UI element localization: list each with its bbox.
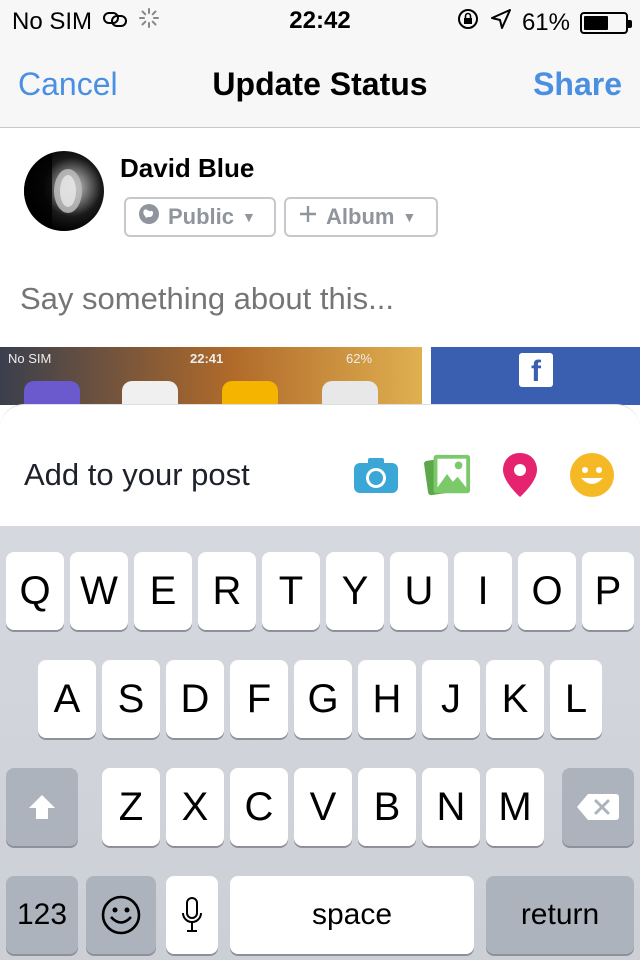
key-e[interactable]: E (134, 552, 192, 630)
album-selector[interactable]: Album ▼ (284, 197, 438, 237)
key-q[interactable]: Q (6, 552, 64, 630)
shift-key[interactable] (6, 768, 78, 846)
app-icon (322, 381, 378, 405)
key-y[interactable]: Y (326, 552, 384, 630)
key-f[interactable]: F (230, 660, 288, 738)
emoji-key[interactable] (86, 876, 156, 954)
backspace-icon (577, 794, 619, 820)
thumb-carrier: No SIM (8, 351, 52, 366)
numbers-key[interactable]: 123 (6, 876, 78, 954)
key-i[interactable]: I (454, 552, 512, 630)
emoji-icon (101, 895, 141, 935)
key-u[interactable]: U (390, 552, 448, 630)
feeling-smiley-icon[interactable] (568, 451, 616, 499)
privacy-selector[interactable]: Public ▼ (124, 197, 276, 237)
user-name: David Blue (120, 153, 255, 183)
photo-thumbnail-facebook[interactable]: f (431, 347, 640, 405)
share-button[interactable]: Share (533, 66, 622, 103)
key-p[interactable]: P (582, 552, 634, 630)
album-label: Album (326, 204, 395, 229)
rotation-lock-icon (456, 7, 480, 38)
key-t[interactable]: T (262, 552, 320, 630)
key-s[interactable]: S (102, 660, 160, 738)
keyboard: Q W E R T Y U I O P A S D F G H J K L Z … (0, 526, 640, 960)
delete-key[interactable] (562, 768, 634, 846)
shift-arrow-icon (29, 795, 55, 819)
facebook-logo-icon: f (519, 353, 553, 388)
key-c[interactable]: C (230, 768, 288, 846)
attached-photos: No SIM 22:41 62% f (0, 347, 640, 405)
key-r[interactable]: R (198, 552, 256, 630)
status-bar: No SIM 22:42 61% (0, 0, 640, 40)
globe-icon (138, 203, 160, 231)
key-w[interactable]: W (70, 552, 128, 630)
return-key[interactable]: return (486, 876, 634, 954)
navigation-bar: Cancel Update Status Share (0, 40, 640, 128)
thumb-time: 22:41 (190, 351, 224, 366)
add-to-post-label: Add to your post (24, 457, 250, 492)
avatar-portrait-icon (24, 151, 82, 231)
status-right: 61% (456, 7, 632, 38)
caret-down-icon: ▼ (402, 209, 417, 225)
key-n[interactable]: N (422, 768, 480, 846)
key-j[interactable]: J (422, 660, 480, 738)
photo-thumbnail-screenshot[interactable]: No SIM 22:41 62% (0, 347, 422, 405)
add-to-post-panel: Add to your post (0, 404, 640, 526)
battery-percent: 61% (521, 8, 570, 36)
camera-icon[interactable] (352, 451, 400, 499)
location-pin-icon[interactable] (496, 451, 544, 499)
microphone-icon (182, 897, 202, 932)
key-l[interactable]: L (550, 660, 602, 738)
key-o[interactable]: O (518, 552, 576, 630)
status-text-input[interactable] (20, 281, 620, 317)
key-g[interactable]: G (294, 660, 352, 738)
avatar[interactable] (24, 151, 104, 231)
app-icon (122, 381, 178, 405)
privacy-label: Public (168, 204, 235, 229)
key-b[interactable]: B (358, 768, 416, 846)
battery-level (584, 15, 609, 30)
key-k[interactable]: K (486, 660, 544, 738)
key-x[interactable]: X (166, 768, 224, 846)
key-v[interactable]: V (294, 768, 352, 846)
space-key[interactable]: space (230, 876, 474, 954)
key-d[interactable]: D (166, 660, 224, 738)
plus-icon (298, 204, 318, 230)
app-icon (222, 381, 278, 405)
battery-icon (580, 11, 632, 34)
key-h[interactable]: H (358, 660, 416, 738)
dictation-key[interactable] (166, 876, 218, 954)
key-a[interactable]: A (38, 660, 96, 738)
location-arrow-icon (490, 8, 512, 37)
caret-down-icon: ▼ (242, 209, 256, 225)
app-icon (24, 381, 80, 405)
key-z[interactable]: Z (102, 768, 160, 846)
photo-icon[interactable] (424, 451, 472, 499)
key-m[interactable]: M (486, 768, 544, 846)
thumb-battery: 62% (346, 351, 373, 366)
